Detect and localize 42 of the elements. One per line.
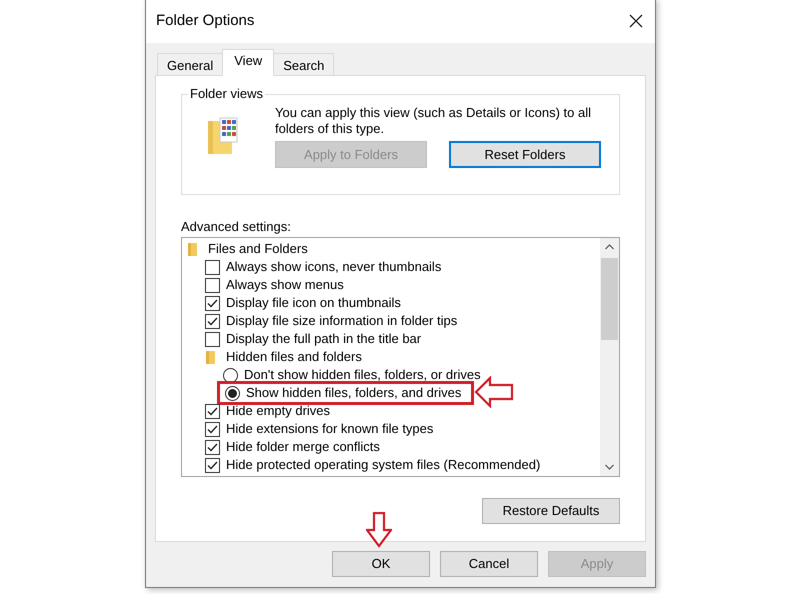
option-label[interactable]: Always show menus [226,277,344,293]
option-label[interactable]: Always show icons, never thumbnails [226,259,442,275]
folder-icon [207,117,239,155]
checkbox[interactable] [205,422,220,436]
folder-view-button[interactable]: Reset Folders [449,141,601,168]
checkbox[interactable] [205,278,220,292]
folder-icon [206,350,215,364]
radio-button[interactable] [225,386,240,400]
checkbox[interactable] [205,404,220,418]
group-label: Files and Folders [208,241,308,257]
scroll-up-icon[interactable] [605,244,614,250]
description-text: You can apply this view (such as Details or Icons) to all folders of this type. [275,105,592,137]
option-label[interactable]: Display file icon on thumbnails [226,295,401,311]
checkbox[interactable] [205,440,220,454]
scroll-down-icon[interactable] [605,464,614,470]
option-label[interactable]: Don't show hidden files, folders, or drives [244,367,481,383]
checkbox[interactable] [205,314,220,328]
option-label[interactable]: Hide folder merge conflicts [226,439,380,455]
checkbox[interactable] [205,260,220,274]
checkbox[interactable] [205,458,220,472]
checkbox[interactable] [205,332,220,346]
radio-button[interactable] [223,368,238,382]
tab[interactable]: General [157,53,224,75]
tab[interactable]: View [222,49,274,76]
restore-defaults-button[interactable]: Restore Defaults [482,498,620,524]
tab[interactable]: Search [273,53,334,75]
close-icon[interactable] [629,14,643,28]
scrollbar-thumb[interactable] [601,258,618,340]
dialog-button[interactable]: Cancel [440,551,538,577]
scrollbar[interactable] [600,238,619,476]
option-label[interactable]: Display the full path in the title bar [226,331,422,347]
folder-icon [188,242,197,256]
dialog-button[interactable]: OK [332,551,430,577]
option-label[interactable]: Show hidden files, folders, and drives [246,385,462,401]
group-label: Hidden files and folders [226,349,362,365]
option-label[interactable]: Hide empty drives [226,403,330,419]
option-label[interactable]: Hide extensions for known file types [226,421,434,437]
section-label: Advanced settings: [181,219,292,235]
checkbox[interactable] [205,296,220,310]
window-title: Folder Options [156,10,254,31]
option-label[interactable]: Display file size information in folder tips [226,313,458,329]
option-label[interactable]: Hide protected operating system files (Recommended) [226,457,540,473]
